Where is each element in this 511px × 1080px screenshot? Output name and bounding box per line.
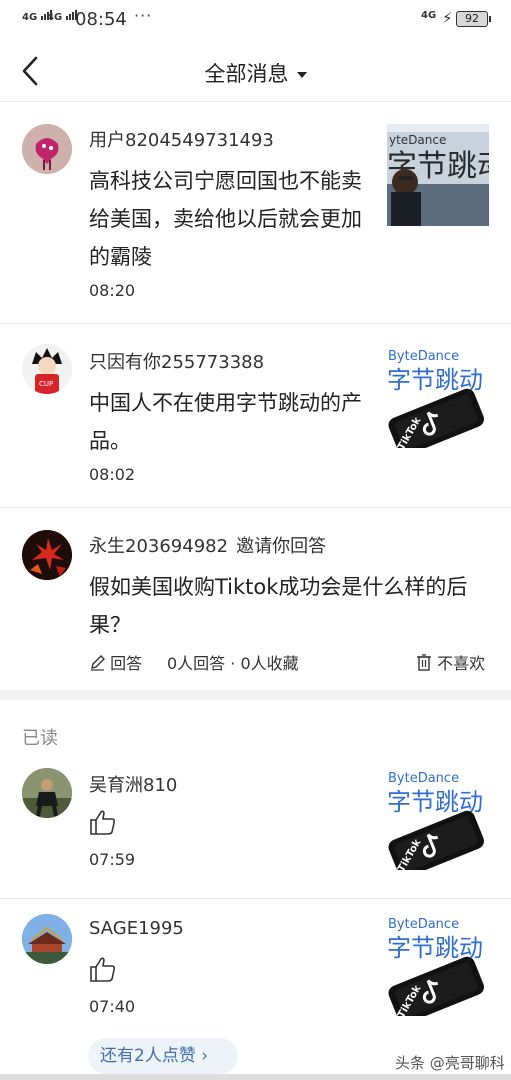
like-time: 07:59 (89, 850, 136, 869)
article-thumbnail[interactable]: yteDance 字节跳动 (387, 124, 489, 226)
battery-indicator: 92 (456, 11, 491, 27)
chevron-down-icon (296, 72, 307, 78)
avatar[interactable]: CUP (22, 344, 72, 394)
avatar[interactable] (22, 124, 72, 174)
message-text: 中国人不在使用字节跳动的产品。 (89, 391, 362, 453)
bottom-strip (0, 1074, 511, 1080)
article-thumbnail[interactable]: ByteDance 字节跳动 TikTok (387, 768, 489, 870)
read-section-label: 已读 (22, 728, 58, 749)
thumb-brand-text: ByteDance (388, 771, 459, 786)
network-indicator: 4G (421, 10, 437, 21)
trash-icon (417, 654, 431, 671)
thumbs-up-icon (90, 957, 116, 982)
more-likes-button[interactable]: 还有2人点赞 › (88, 1038, 238, 1074)
username[interactable]: 用户8204549731493 (89, 126, 274, 152)
status-time: 08:54 (75, 9, 127, 30)
avatar[interactable] (22, 768, 72, 818)
question-text[interactable]: 假如美国收购Tiktok成功会是什么样的后果？ (89, 568, 479, 644)
answer-label: 回答 (110, 654, 143, 673)
avatar[interactable] (22, 530, 72, 580)
article-thumbnail[interactable]: ByteDance 字节跳动 TikTok (387, 914, 489, 1016)
invite-label: 邀请你回答 (236, 536, 327, 557)
like-notification-item[interactable]: SAGE1995 07:40 ByteDance 字节跳动 TikTok (0, 900, 511, 1038)
signal-indicator-2: 4G (47, 10, 78, 23)
dislike-label: 不喜欢 (437, 654, 486, 673)
thumb-brand-text: ByteDance (388, 349, 459, 364)
nav-bar: 全部消息 (0, 40, 511, 102)
message-filter-dropdown[interactable]: 全部消息 (0, 58, 511, 88)
pencil-icon (91, 655, 105, 671)
dislike-button[interactable]: 不喜欢 (416, 650, 485, 674)
answer-stats: 0人回答 · 0人收藏 (167, 654, 299, 673)
answer-button[interactable]: 回答 (89, 650, 142, 674)
like-notification-item[interactable]: 吴育洲810 07:59 ByteDance 字节跳动 TikTok (0, 756, 511, 908)
message-time: 08:20 (89, 281, 136, 300)
question-actions: 回答 0人回答 · 0人收藏 不喜欢 (89, 650, 494, 674)
section-gap (0, 690, 511, 700)
username-text: 永生203694982 (89, 536, 229, 557)
svg-text:CUP: CUP (39, 380, 53, 388)
message-item[interactable]: CUP 只因有你255773388 中国人不在使用字节跳动的产品。 08:02 … (0, 324, 511, 508)
message-item[interactable]: 用户8204549731493 高科技公司宁愿回国也不能卖给美国，卖给他以后就会… (0, 102, 511, 324)
article-thumbnail[interactable]: ByteDance 字节跳动 TikTok (387, 346, 489, 448)
more-notifications-icon: ··· (134, 6, 153, 25)
thumb-brand-text: ByteDance (388, 917, 459, 932)
status-bar: 4G 4G 08:54 ··· 4G ⚡ 92 (0, 0, 511, 40)
message-time: 08:02 (89, 465, 136, 484)
avatar[interactable] (22, 914, 72, 964)
message-text: 高科技公司宁愿回国也不能卖给美国，卖给他以后就会更加的霸陵 (89, 169, 362, 269)
divider (0, 898, 511, 899)
thumb-brand-text: yteDance (389, 133, 446, 147)
username[interactable]: SAGE1995 (89, 918, 184, 939)
like-time: 07:40 (89, 997, 136, 1016)
thumbs-up-icon (90, 810, 116, 835)
username[interactable]: 永生203694982 邀请你回答 (89, 532, 326, 558)
charging-icon: ⚡ (442, 9, 453, 27)
page-title: 全部消息 (204, 62, 289, 86)
username[interactable]: 吴育洲810 (89, 771, 177, 797)
username[interactable]: 只因有你255773388 (89, 348, 264, 374)
